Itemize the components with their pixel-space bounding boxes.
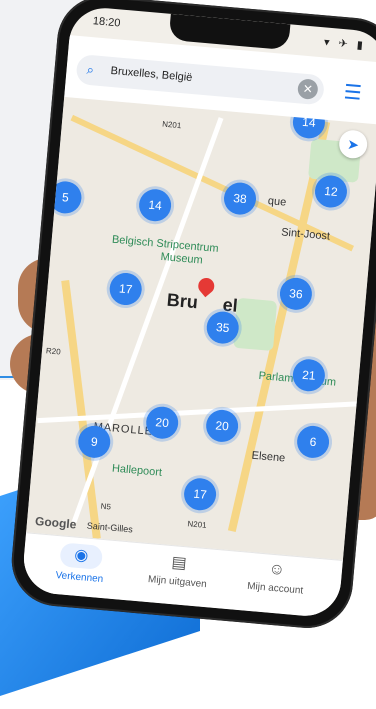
- nav-label: Verkennen: [55, 569, 104, 586]
- map-label: N201: [161, 119, 182, 131]
- map-park: [233, 297, 278, 352]
- map-label: que: [267, 195, 287, 209]
- nav-label: Mijn uitgaven: [147, 574, 208, 591]
- nav-item-mijn-account[interactable]: ☺ Mijn account: [230, 557, 323, 598]
- receipt-icon: ▤: [170, 554, 188, 573]
- map-cluster[interactable]: 17: [182, 476, 218, 512]
- map-cluster[interactable]: 20: [204, 408, 240, 444]
- phone-device: 18:20 ▾ ✈ ▮ ⌕ Bruxelles, België ✕ ☰ ➤ N2…: [7, 0, 376, 632]
- account-icon: ☺: [267, 560, 286, 579]
- map-label: R20: [45, 346, 62, 357]
- map-view[interactable]: ➤ N201 Sint-Joost Belgisch Stripcentrum …: [26, 96, 376, 561]
- map-label: N201: [187, 519, 207, 530]
- nav-label: Mijn account: [246, 580, 304, 597]
- map-road: [71, 117, 224, 523]
- phone-screen: 18:20 ▾ ✈ ▮ ⌕ Bruxelles, België ✕ ☰ ➤ N2…: [20, 5, 376, 619]
- clear-icon[interactable]: ✕: [296, 78, 319, 100]
- map-label-city: Bru: [166, 289, 199, 313]
- status-time: 18:20: [92, 15, 121, 30]
- google-logo: Google: [34, 514, 77, 532]
- map-cluster[interactable]: 17: [108, 271, 144, 307]
- map-cluster[interactable]: 14: [137, 187, 173, 223]
- map-label: Sint-Joost: [280, 226, 331, 243]
- status-icons: ▾ ✈ ▮: [323, 36, 367, 52]
- filter-icon[interactable]: ☰: [339, 79, 367, 107]
- map-label: N5: [100, 501, 112, 512]
- map-cluster[interactable]: 6: [295, 424, 331, 460]
- nav-item-mijn-uitgaven[interactable]: ▤ Mijn uitgaven: [132, 549, 225, 592]
- nav-item-verkennen[interactable]: ◉ Verkennen: [34, 540, 127, 587]
- map-label: Hallepoort: [111, 462, 163, 479]
- search-input[interactable]: Bruxelles, België: [110, 65, 193, 84]
- explore-icon: ◉: [59, 542, 104, 570]
- map-cluster[interactable]: 38: [222, 181, 258, 216]
- map-label: Elsene: [251, 449, 286, 465]
- search-bar[interactable]: ⌕ Bruxelles, België ✕: [75, 53, 326, 106]
- search-icon: ⌕: [86, 61, 95, 78]
